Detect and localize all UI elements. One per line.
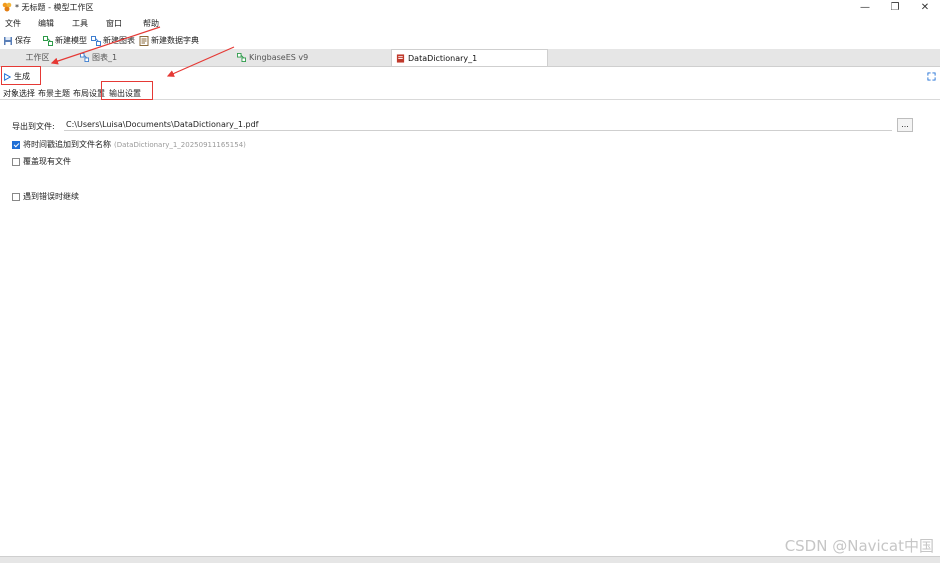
continue-on-error-option[interactable]: 遇到错误时继续 — [12, 191, 79, 202]
append-timestamp-checkbox[interactable] — [12, 140, 20, 149]
append-timestamp-label: 将时间戳追加到文件名称 — [23, 140, 111, 149]
window-title: * 无标题 - 模型工作区 — [15, 3, 94, 12]
append-timestamp-option[interactable]: 将时间戳追加到文件名称 (DataDictionary_1_2025091116… — [12, 139, 246, 150]
fullscreen-icon[interactable] — [927, 72, 936, 81]
annotation-box-output-settings — [101, 81, 153, 100]
tab-kingbase-label: KingbaseES v9 — [249, 53, 309, 62]
export-path-input[interactable] — [64, 119, 892, 131]
new-chart-icon — [91, 35, 101, 46]
overwrite-checkbox[interactable] — [12, 157, 20, 166]
tab-data-dictionary[interactable]: DataDictionary_1 — [391, 49, 548, 66]
new-model-button[interactable]: 新建模型 — [43, 34, 87, 47]
tab-kingbase[interactable]: KingbaseES v9 — [233, 50, 390, 65]
menu-bar — [0, 15, 940, 31]
data-dictionary-icon — [139, 35, 149, 46]
overwrite-label: 覆盖现有文件 — [23, 157, 71, 166]
new-chart-label: 新建图表 — [103, 36, 135, 45]
export-file-label: 导出到文件: — [12, 122, 55, 131]
menu-file[interactable]: 文件 — [5, 18, 21, 29]
subtab-object-selection[interactable]: 对象选择 — [3, 88, 35, 99]
menu-edit[interactable]: 编辑 — [38, 18, 54, 29]
save-button[interactable]: 保存 — [3, 34, 31, 47]
tab-workspace[interactable]: 工作区 — [0, 50, 75, 65]
save-icon — [4, 36, 12, 45]
close-button[interactable]: ✕ — [910, 0, 940, 15]
data-dictionary-tab-icon — [396, 53, 405, 63]
minimize-button[interactable]: — — [850, 0, 880, 15]
title-bar — [0, 0, 940, 15]
overwrite-option[interactable]: 覆盖现有文件 — [12, 156, 71, 167]
menu-tools[interactable]: 工具 — [72, 18, 88, 29]
continue-on-error-checkbox[interactable] — [12, 192, 20, 201]
chart-tab-icon — [80, 53, 89, 62]
tab-chart-1[interactable]: 图表_1 — [76, 50, 232, 65]
tab-chart-1-label: 图表_1 — [92, 53, 118, 62]
continue-on-error-label: 遇到错误时继续 — [23, 192, 79, 201]
new-chart-button[interactable]: 新建图表 — [91, 34, 135, 47]
new-data-dictionary-label: 新建数据字典 — [151, 36, 199, 45]
model-tab-icon — [237, 53, 246, 62]
browse-button[interactable]: ... — [897, 118, 913, 132]
save-label: 保存 — [15, 36, 31, 45]
timestamp-preview: (DataDictionary_1_20250911165154) — [114, 140, 246, 149]
menu-window[interactable]: 窗口 — [106, 18, 122, 29]
subtab-theme[interactable]: 布景主题 — [38, 88, 70, 99]
new-model-label: 新建模型 — [55, 36, 87, 45]
restore-button[interactable]: ❐ — [880, 0, 910, 15]
tab-data-dictionary-label: DataDictionary_1 — [408, 53, 478, 63]
annotation-box-generate — [1, 66, 41, 85]
new-model-icon — [43, 35, 53, 46]
tab-workspace-label: 工作区 — [25, 53, 50, 62]
watermark: CSDN @Navicat中国 — [784, 537, 934, 555]
menu-help[interactable]: 帮助 — [143, 18, 159, 29]
app-logo-icon — [2, 2, 12, 12]
new-data-dictionary-button[interactable]: 新建数据字典 — [139, 34, 199, 47]
